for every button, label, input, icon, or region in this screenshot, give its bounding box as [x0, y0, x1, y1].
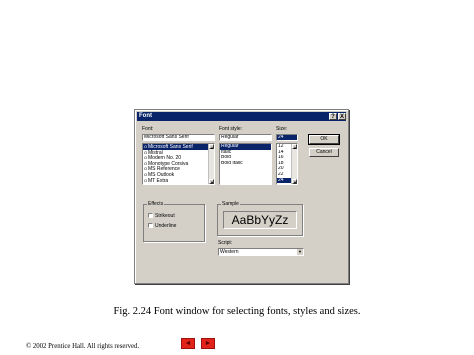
sample-label: Sample	[221, 201, 240, 207]
strikeout-checkbox[interactable]: Strikeout	[148, 213, 175, 219]
underline-checkbox[interactable]: Underline	[148, 223, 176, 229]
underline-label: Underline	[155, 223, 177, 229]
arrow-up-icon[interactable]: ▲	[292, 144, 297, 150]
font-style-input[interactable]: Regular	[219, 134, 272, 141]
close-button[interactable]: X	[338, 113, 346, 120]
list-item-label: 22	[278, 171, 284, 177]
list-item-label: Italic	[221, 149, 232, 155]
script-value: Western	[220, 249, 239, 255]
copyright-notice: © 2002 Prentice Hall. All rights reserve…	[26, 343, 140, 350]
arrow-up-icon[interactable]: ▲	[209, 144, 214, 150]
arrow-down-icon[interactable]: ▼	[292, 179, 297, 184]
chevron-down-icon[interactable]: ▼	[297, 249, 303, 255]
dialog-titlebar[interactable]: Font ? X	[137, 112, 346, 121]
font-style-list[interactable]: Regular Italic Bold Bold Italic	[219, 143, 272, 185]
list-item-label: Regular	[221, 144, 239, 149]
checkbox-icon[interactable]	[148, 213, 153, 219]
size-list[interactable]: 12 14 16 18 20 22 24 ▲ ▼	[276, 143, 298, 185]
arrow-down-icon[interactable]: ▼	[209, 179, 214, 184]
font-dialog: Font ? X Font: Microsoft Sans Serif OMic…	[134, 109, 349, 284]
checkbox-icon[interactable]	[148, 223, 153, 229]
list-item-label: Bold Italic	[221, 160, 243, 166]
next-slide-button[interactable]: ►	[201, 338, 215, 349]
font-list-scrollbar[interactable]: ▲ ▼	[208, 144, 214, 184]
effects-label: Effects	[147, 201, 165, 207]
list-item-label: 12	[278, 144, 284, 149]
sample-group: Sample AaBbYyZz	[217, 201, 303, 236]
ok-button[interactable]: OK	[308, 134, 340, 145]
list-item[interactable]: Bold Italic	[220, 161, 271, 167]
sample-preview: AaBbYyZz	[223, 211, 297, 229]
strikeout-label: Strikeout	[155, 213, 175, 219]
effects-group: Effects Strikeout Underline	[143, 201, 205, 242]
font-style-label: Font style:	[219, 126, 243, 132]
script-select[interactable]: Western ▼	[218, 248, 304, 256]
list-item-label: 24	[278, 177, 284, 183]
list-item-label: Bold	[221, 155, 232, 161]
font-name-input[interactable]: Microsoft Sans Serif	[142, 134, 215, 141]
list-item-label: 16	[278, 155, 284, 161]
font-list[interactable]: OMicrosoft Sans Serif OMistral OModern No.…	[142, 143, 215, 185]
list-item-label: 20	[278, 166, 284, 172]
previous-slide-button[interactable]: ◄	[181, 338, 195, 349]
list-item[interactable]: OMT Extra	[143, 178, 214, 184]
size-list-scrollbar[interactable]: ▲ ▼	[291, 144, 297, 184]
list-item-label: 14	[278, 149, 284, 155]
size-label: Size:	[276, 126, 288, 132]
size-input[interactable]: 24	[276, 134, 298, 141]
script-label: Script:	[218, 240, 233, 246]
cancel-button[interactable]: Cancel	[309, 148, 339, 157]
help-button[interactable]: ?	[329, 113, 337, 120]
list-item-label: 18	[278, 160, 284, 166]
font-label: Font:	[142, 126, 154, 132]
figure-caption: Fig. 2.24 Font window for selecting font…	[113, 306, 361, 317]
dialog-title: Font	[139, 113, 152, 119]
list-item-label: MT Extra	[148, 177, 169, 184]
